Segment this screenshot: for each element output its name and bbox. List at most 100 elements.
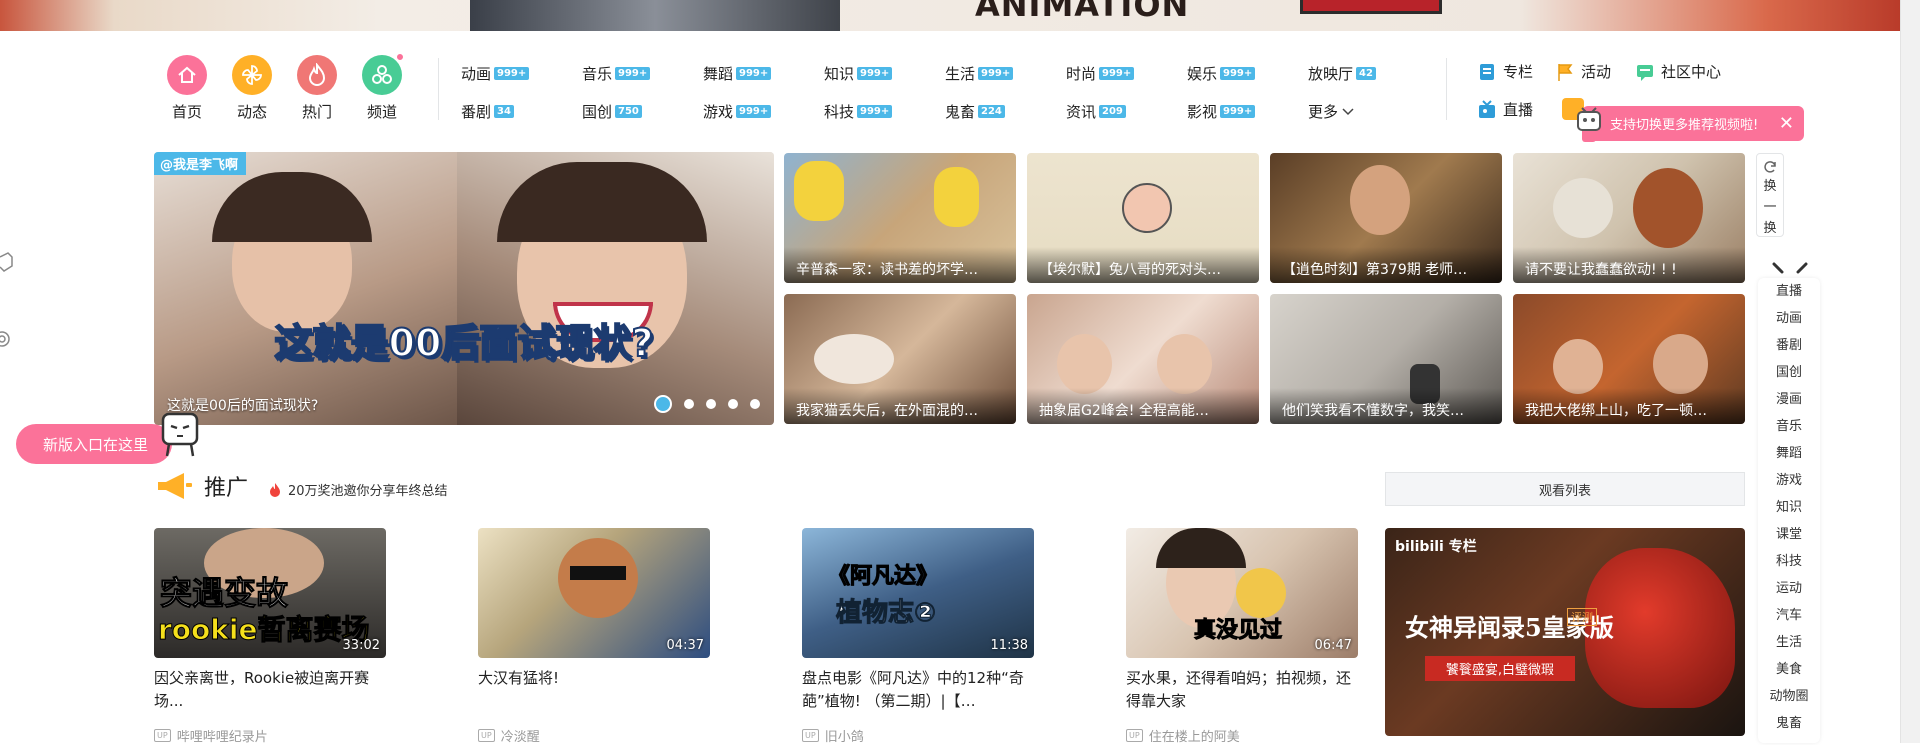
- category-movies[interactable]: 影视 999+: [1187, 101, 1256, 122]
- carousel-dot[interactable]: [706, 399, 716, 409]
- video-duration: 11:38: [990, 638, 1028, 653]
- video-uploader[interactable]: UP 旧小鸽: [802, 726, 864, 745]
- up-icon: UP: [1126, 729, 1143, 742]
- carousel-dot[interactable]: [684, 399, 694, 409]
- feed-card[interactable]: 请不要让我蠢蠢欲动! ! !: [1513, 153, 1745, 283]
- hot-topic-link[interactable]: 20万奖池邀你分享年终总结: [268, 480, 448, 499]
- swap-button[interactable]: 换 一 换: [1756, 153, 1784, 237]
- uploader-name: 哔哩哔哩纪录片: [176, 730, 268, 745]
- index-item[interactable]: 番剧: [1758, 332, 1820, 359]
- tv-mascot-icon: [1577, 107, 1601, 142]
- switch-tip: 支持切换更多推荐视频啦! ✕: [1582, 106, 1804, 141]
- scrollbar[interactable]: [1900, 0, 1920, 743]
- index-item[interactable]: 汽车: [1758, 602, 1820, 629]
- index-item[interactable]: 音乐: [1758, 413, 1820, 440]
- video-title[interactable]: 盘点电影《阿凡达》中的12种“奇葩”植物! （第二期）|【…: [802, 667, 1034, 713]
- top-banner[interactable]: ANIMATION: [0, 0, 1900, 31]
- index-item[interactable]: 舞蹈: [1758, 440, 1820, 467]
- index-item[interactable]: 课堂: [1758, 521, 1820, 548]
- index-item[interactable]: 美食: [1758, 656, 1820, 683]
- nav-divider: [438, 58, 439, 120]
- video-thumbnail[interactable]: 《阿凡达》 植物志② 11:38: [802, 528, 1034, 658]
- hero-carousel[interactable]: 这就是00后面试现状? @我是李飞啊 这就是00后的面试现状?: [154, 152, 774, 425]
- video-uploader[interactable]: UP 冷淡醒: [478, 726, 540, 745]
- index-item[interactable]: 生活: [1758, 629, 1820, 656]
- index-item[interactable]: 运动: [1758, 575, 1820, 602]
- new-entry-button[interactable]: 新版入口在这里: [16, 424, 172, 464]
- feed-card[interactable]: 【埃尔默】兔八哥的死对头…: [1027, 153, 1259, 283]
- section-title: 推广: [204, 476, 249, 501]
- category-dance[interactable]: 舞蹈 999+: [703, 63, 772, 84]
- video-uploader[interactable]: UP 哔哩哔哩纪录片: [154, 726, 268, 745]
- index-item[interactable]: 动物圈: [1758, 683, 1820, 710]
- category-game[interactable]: 游戏 999+: [703, 101, 772, 122]
- video-thumbnail[interactable]: 04:37: [478, 528, 710, 658]
- carousel-up-tag[interactable]: @我是李飞啊: [154, 152, 247, 175]
- feed-card[interactable]: 我家猫丢失后，在外面混的…: [784, 294, 1016, 424]
- category-anime[interactable]: 动画 999+: [461, 63, 530, 84]
- category-entertainment[interactable]: 娱乐 999+: [1187, 63, 1256, 84]
- gear-icon[interactable]: [0, 328, 14, 350]
- video-uploader[interactable]: UP 住在楼上的阿美: [1126, 726, 1240, 745]
- video-duration: 33:02: [342, 638, 380, 653]
- banner-button[interactable]: [1300, 0, 1442, 14]
- video-title[interactable]: 买水果，还得看咱妈；拍视频，还得靠大家: [1126, 667, 1358, 713]
- link-community[interactable]: 社区中心: [1635, 61, 1721, 82]
- feed-card-title: 辛普森一家：读书差的坏学…: [784, 247, 1016, 283]
- ad-logo: bilibili 专栏: [1395, 539, 1477, 555]
- thumb-text: 《阿凡达》: [827, 564, 939, 590]
- watchlist-button[interactable]: 观看列表: [1385, 472, 1745, 506]
- uploader-name: 旧小鸽: [824, 730, 864, 745]
- category-tech[interactable]: 科技 999+: [824, 101, 893, 122]
- index-item[interactable]: 直播: [1758, 278, 1820, 305]
- category-knowledge[interactable]: 知识 999+: [824, 63, 893, 84]
- feed-card[interactable]: 我把大佬绑上山，吃了一顿…: [1513, 294, 1745, 424]
- index-item[interactable]: 鬼畜: [1758, 710, 1820, 737]
- close-icon[interactable]: ✕: [1779, 113, 1794, 134]
- nav-divider-right: [1446, 58, 1447, 120]
- index-item[interactable]: 科技: [1758, 548, 1820, 575]
- feed-card[interactable]: 辛普森一家：读书差的坏学…: [784, 153, 1016, 283]
- link-live[interactable]: 直播: [1477, 99, 1533, 120]
- category-fashion[interactable]: 时尚 999+: [1066, 63, 1135, 84]
- index-item[interactable]: 动画: [1758, 305, 1820, 332]
- feed-card[interactable]: 抽象届G2峰会! 全程高能…: [1027, 294, 1259, 424]
- feed-card[interactable]: 他们笑我看不懂数字，我笑…: [1270, 294, 1502, 424]
- refresh-icon: [1764, 161, 1776, 173]
- chevron-down-icon: [1342, 107, 1354, 115]
- promo-section-header: 推广: [154, 470, 248, 502]
- index-item[interactable]: 国创: [1758, 359, 1820, 386]
- pinwheel-icon: [232, 55, 272, 95]
- swap-char: 一: [1763, 200, 1777, 215]
- carousel-dot-active[interactable]: [654, 395, 672, 413]
- video-thumbnail[interactable]: 真没见过 06:47: [1126, 528, 1358, 658]
- category-music[interactable]: 音乐 999+: [582, 63, 651, 84]
- category-cinema[interactable]: 放映厅 42: [1308, 63, 1376, 84]
- category-kichiku[interactable]: 鬼畜 224: [945, 101, 1005, 122]
- category-more[interactable]: 更多: [1308, 101, 1355, 122]
- index-item[interactable]: 漫画: [1758, 386, 1820, 413]
- category-news[interactable]: 资讯 209: [1066, 101, 1126, 122]
- video-thumbnail[interactable]: 突遇变故 rookie暂离赛场 33:02: [154, 528, 386, 658]
- ad-slogan: 饕餮盛宴,白璧微瑕: [1425, 656, 1575, 681]
- up-icon: UP: [154, 729, 171, 742]
- index-item[interactable]: 知识: [1758, 494, 1820, 521]
- carousel-dot[interactable]: [728, 399, 738, 409]
- notification-dot: [396, 53, 404, 61]
- category-guochuang[interactable]: 国创 750: [582, 101, 642, 122]
- index-ears-icon: [1772, 262, 1808, 274]
- feed-card[interactable]: 【逍色时刻】第379期 老师…: [1270, 153, 1502, 283]
- flag-icon: [1558, 63, 1573, 81]
- nav-channel-label: 频道: [366, 103, 397, 121]
- ad-banner[interactable]: bilibili 专栏 女神异闻录5皇家版 饕餮盛宴,白璧微瑕 评测: [1385, 528, 1745, 736]
- fire-icon: [270, 482, 280, 497]
- link-activity[interactable]: 活动: [1555, 61, 1611, 82]
- link-column[interactable]: 专栏: [1477, 61, 1533, 82]
- index-item[interactable]: 游戏: [1758, 467, 1820, 494]
- video-title[interactable]: 大汉有猛将!: [478, 667, 710, 690]
- video-title[interactable]: 因父亲离世，Rookie被迫离开赛场...: [154, 667, 386, 713]
- category-bangumi[interactable]: 番剧 34: [461, 101, 514, 122]
- cube-icon[interactable]: [0, 252, 14, 274]
- category-life[interactable]: 生活 999+: [945, 63, 1014, 84]
- carousel-dot[interactable]: [750, 399, 760, 409]
